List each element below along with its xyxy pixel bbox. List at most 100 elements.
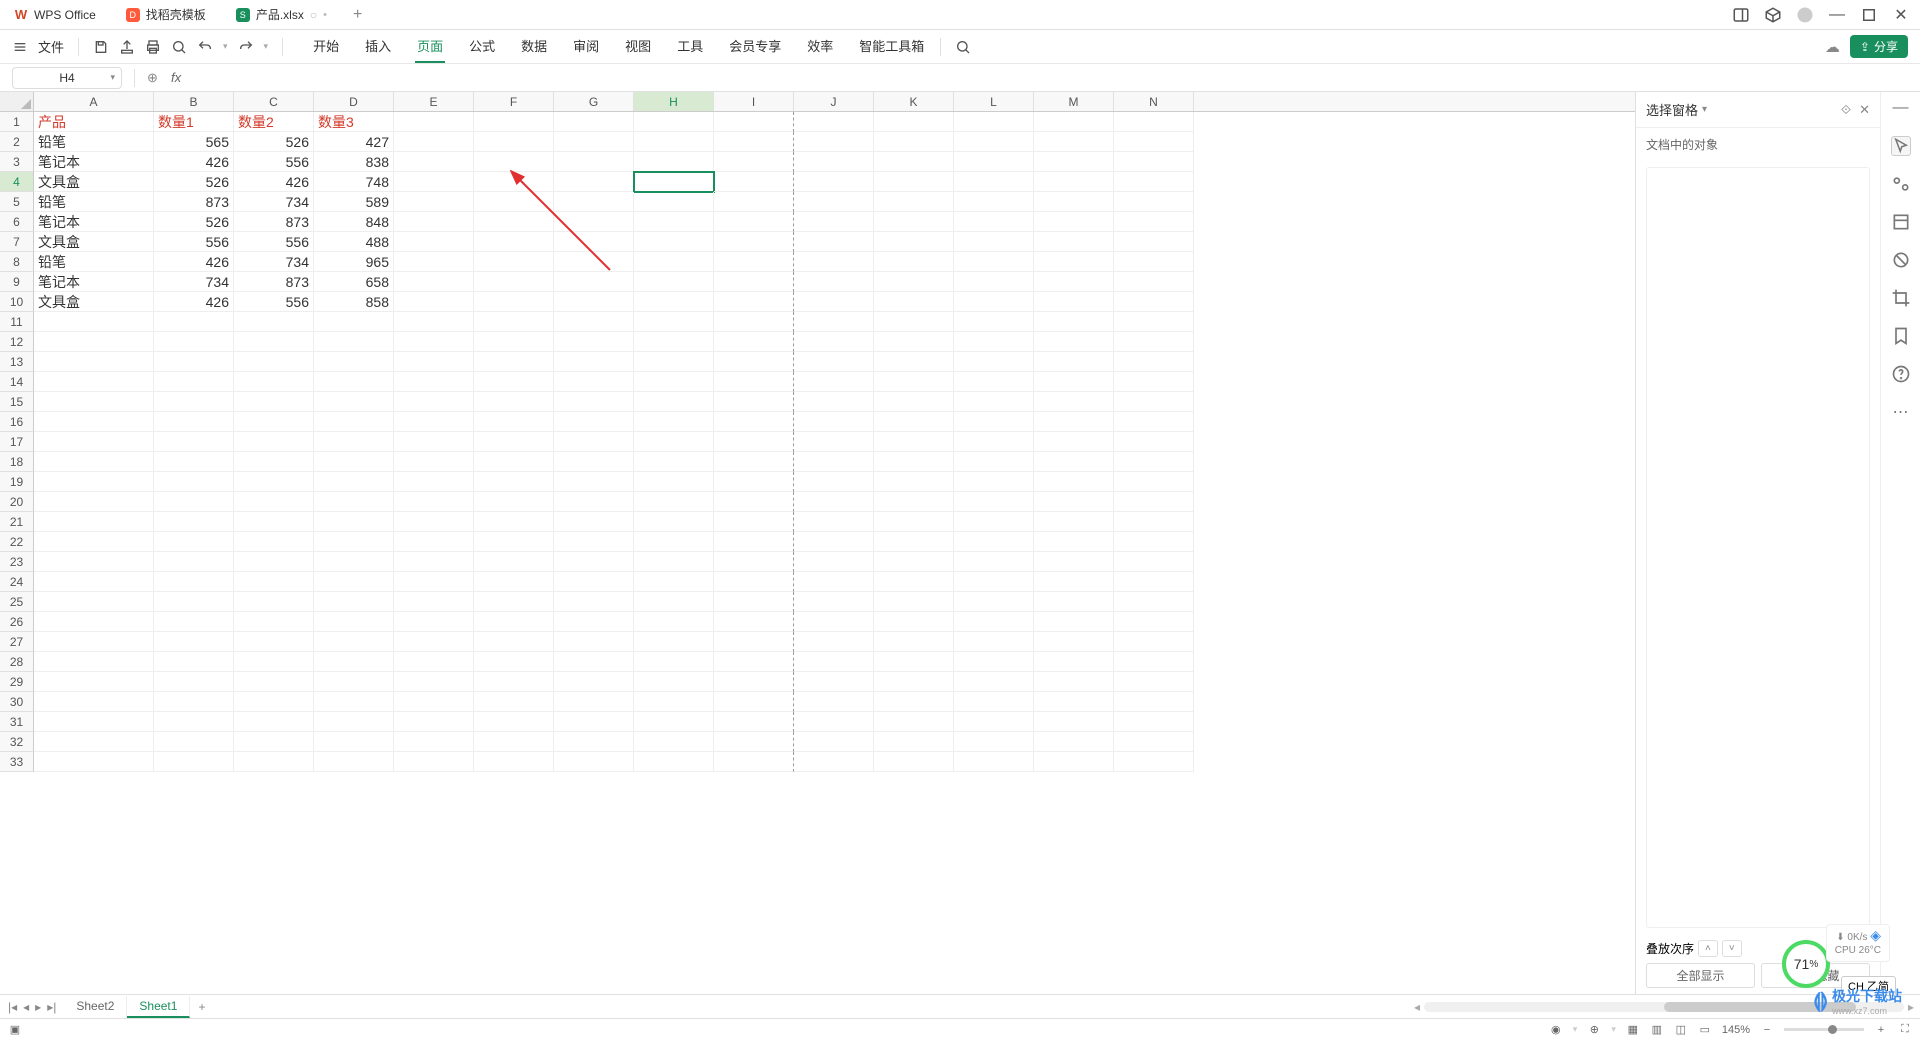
cell[interactable] [554,632,634,652]
cell[interactable] [1114,712,1194,732]
cell[interactable] [634,312,714,332]
preview-icon[interactable] [171,39,187,55]
cell[interactable] [1114,292,1194,312]
row-header[interactable]: 8 [0,252,34,272]
row-header[interactable]: 12 [0,332,34,352]
zoom-out-icon[interactable]: − [1760,1023,1774,1037]
minimize-icon[interactable]: — [1828,6,1846,24]
cell[interactable] [234,392,314,412]
cell[interactable] [474,692,554,712]
cell[interactable] [234,432,314,452]
cell[interactable] [1034,272,1114,292]
row-header[interactable]: 15 [0,392,34,412]
cell[interactable] [1034,372,1114,392]
cell[interactable] [394,392,474,412]
cell[interactable] [714,572,794,592]
cell[interactable] [1034,352,1114,372]
eye-icon[interactable]: ◉ [1549,1023,1563,1037]
menu-item[interactable]: 数据 [519,30,549,63]
cell[interactable] [634,412,714,432]
save-icon[interactable] [93,39,109,55]
cell[interactable] [234,632,314,652]
cell[interactable] [1034,572,1114,592]
cell[interactable] [554,232,634,252]
cell[interactable] [954,272,1034,292]
cell[interactable] [474,612,554,632]
menu-item[interactable]: 公式 [467,30,497,63]
cell[interactable]: 556 [234,232,314,252]
collapse-rail-icon[interactable]: — [1891,98,1911,118]
cell[interactable] [794,552,874,572]
help-icon[interactable] [1891,364,1911,384]
cell[interactable] [34,592,154,612]
menu-item[interactable]: 智能工具箱 [857,30,926,63]
row-header[interactable]: 23 [0,552,34,572]
cell[interactable] [794,232,874,252]
cell[interactable]: 565 [154,132,234,152]
sheet-last-icon[interactable]: ▸| [47,1000,56,1014]
close-pane-icon[interactable]: ✕ [1859,102,1870,118]
maximize-icon[interactable] [1860,6,1878,24]
chevron-down-icon[interactable]: ▾ [110,72,115,83]
cell[interactable] [394,492,474,512]
cell[interactable] [474,532,554,552]
cell[interactable] [474,112,554,132]
cell[interactable]: 数量2 [234,112,314,132]
cell[interactable] [1034,252,1114,272]
cell[interactable] [554,152,634,172]
cell[interactable] [1034,332,1114,352]
cell[interactable] [1114,732,1194,752]
panel-icon[interactable] [1732,6,1750,24]
cell[interactable] [1034,632,1114,652]
cell[interactable]: 426 [154,292,234,312]
cell[interactable] [874,152,954,172]
cell[interactable] [314,492,394,512]
cell[interactable] [394,192,474,212]
cell[interactable] [794,212,874,232]
column-header[interactable]: K [874,92,954,111]
cell[interactable] [634,372,714,392]
cell[interactable] [394,132,474,152]
row-header[interactable]: 14 [0,372,34,392]
cell[interactable] [954,172,1034,192]
cell[interactable] [154,472,234,492]
avatar-icon[interactable] [1796,6,1814,24]
cell[interactable] [554,752,634,772]
zoom-slider[interactable] [1784,1028,1864,1031]
cell[interactable] [314,412,394,432]
cell[interactable]: 526 [234,132,314,152]
cell[interactable] [634,272,714,292]
cell[interactable] [314,712,394,732]
cell[interactable] [714,172,794,192]
column-header[interactable]: B [154,92,234,111]
cell[interactable] [634,192,714,212]
export-icon[interactable] [119,39,135,55]
row-header[interactable]: 5 [0,192,34,212]
hscroll-left-icon[interactable]: ◂ [1414,1000,1420,1014]
cell[interactable] [1114,352,1194,372]
column-header[interactable]: A [34,92,154,111]
cell[interactable] [714,732,794,752]
row-header[interactable]: 7 [0,232,34,252]
cell[interactable] [794,652,874,672]
hscroll-right-icon[interactable]: ▸ [1908,1000,1914,1014]
cell[interactable] [34,712,154,732]
cell[interactable] [874,432,954,452]
cell[interactable] [714,132,794,152]
column-header[interactable]: F [474,92,554,111]
fullscreen-icon[interactable]: ⛶ [1898,1023,1912,1037]
cell[interactable] [794,192,874,212]
cell[interactable] [874,412,954,432]
cell[interactable] [34,432,154,452]
cell[interactable] [794,612,874,632]
style-icon[interactable] [1891,174,1911,194]
cell[interactable] [34,512,154,532]
cell[interactable]: 589 [314,192,394,212]
cell[interactable] [394,272,474,292]
cell[interactable] [794,152,874,172]
cell[interactable] [794,112,874,132]
cell[interactable] [874,652,954,672]
sheet-tab[interactable]: Sheet1 [127,996,190,1018]
cell[interactable] [1114,652,1194,672]
cell[interactable] [794,132,874,152]
